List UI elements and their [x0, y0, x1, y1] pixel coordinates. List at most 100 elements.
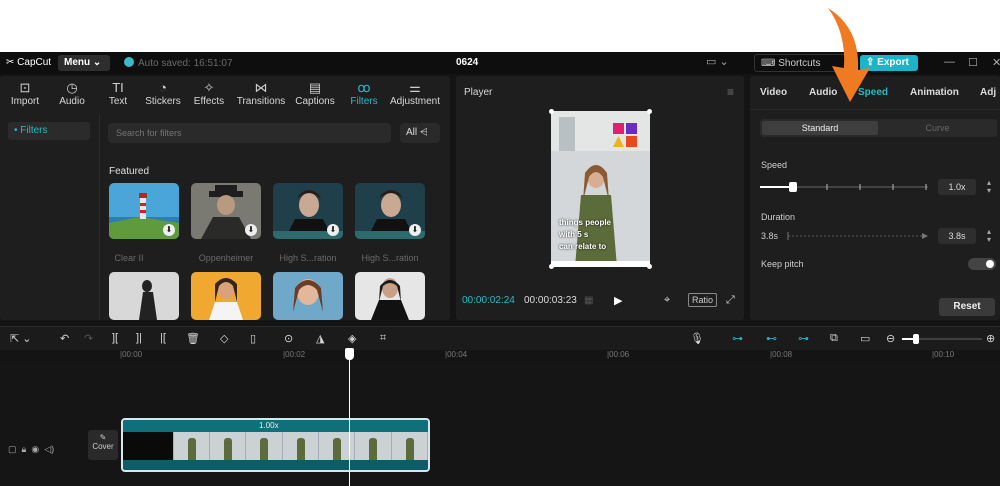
maximize-icon[interactable]: ☐ [968, 56, 978, 69]
hamburger-icon[interactable]: ≡ [727, 85, 734, 99]
fullscreen-focus-icon[interactable]: ⌖ [664, 294, 670, 307]
all-filter-button[interactable]: All ⩤ [400, 123, 440, 143]
mode-curve[interactable]: Curve [880, 121, 995, 135]
zoom-out-icon[interactable]: ⊖ [886, 332, 895, 345]
tab-effects[interactable]: ✧ Effects [184, 76, 234, 114]
export-label: Export [877, 57, 909, 68]
filter-thumb-bw[interactable] [109, 272, 179, 320]
crop-handle[interactable] [549, 264, 554, 269]
tab-text[interactable]: TI Text [94, 76, 142, 114]
freeze-icon[interactable]: ▯ [250, 332, 256, 345]
tab-label: Effects [193, 96, 225, 107]
track-controls: ▢ 🔒︎ ◉ ◁) [8, 444, 54, 455]
speed-stepper-icon[interactable]: ▴ ▾ [984, 179, 994, 195]
split-screen-icon[interactable]: ⧉ [830, 332, 838, 345]
lock-icon[interactable]: 🔒︎ [22, 444, 27, 454]
grid-icon[interactable]: ▦ [584, 295, 593, 306]
video-clip[interactable]: 1.00x [121, 418, 430, 472]
snap-icon[interactable]: ⊶ [798, 332, 809, 345]
minimize-icon[interactable]: — [944, 56, 955, 68]
split-icon[interactable]: ][ [112, 332, 118, 344]
filter-thumb-warm[interactable] [191, 272, 261, 320]
tab-transitions[interactable]: ⋈ Transitions [234, 76, 288, 114]
tab-adjust[interactable]: Adj [980, 87, 996, 98]
speaker-icon[interactable]: ◁) [44, 444, 54, 454]
expand-icon[interactable]: ⤢ [726, 294, 735, 307]
menu-button[interactable]: Menu ⌄ [58, 55, 110, 71]
filters-sidebar: • Filters [0, 114, 100, 320]
filter-sort-icon: ⩤ [419, 127, 428, 138]
speed-slider[interactable] [760, 180, 930, 194]
delete-icon[interactable]: 🗑 [186, 332, 200, 345]
speed-label: Speed [761, 160, 788, 170]
audio-icon: ◷ [66, 80, 78, 95]
filter-thumb-high-saturation-2[interactable]: ⬇ [355, 183, 425, 239]
adjustment-icon: ⚌ [409, 80, 421, 95]
select-cursor-icon[interactable]: ⇱ ⌄ [10, 332, 32, 345]
filter-thumb-high-saturation-1[interactable]: ⬇ [273, 183, 343, 239]
ruler-label: |00:10 [932, 350, 955, 359]
speed-value-field[interactable]: 1.0x [938, 179, 976, 195]
layout-icon[interactable]: ▭ ⌄ [706, 55, 729, 68]
zoom-slider[interactable] [902, 334, 982, 344]
download-icon[interactable]: ⬇ [327, 224, 339, 236]
close-icon[interactable]: ✕ [992, 56, 1000, 69]
mode-standard[interactable]: Standard [762, 121, 878, 135]
tab-audio[interactable]: ◷ Audio [50, 76, 94, 114]
ruler-label: |00:00 [120, 350, 143, 359]
crop-handle[interactable] [647, 264, 652, 269]
duration-value-field[interactable]: 3.8s [938, 228, 976, 244]
tab-filters[interactable]: ꝏ Filters [342, 76, 386, 114]
crop-handle[interactable] [549, 109, 554, 114]
video-preview[interactable]: things people with 5 s can relate to [551, 111, 650, 267]
tab-stickers[interactable]: ◔ Stickers [142, 76, 184, 114]
tab-animation[interactable]: Animation [910, 87, 959, 98]
subtitle-icon[interactable]: ▭ [860, 332, 870, 345]
playhead-handle[interactable] [345, 348, 354, 360]
tab-video[interactable]: Video [760, 87, 787, 98]
filter-thumb-portrait[interactable] [273, 272, 343, 320]
zoom-in-icon[interactable]: ⊕ [986, 332, 995, 345]
crop-icon[interactable]: ⌗ [380, 332, 386, 345]
search-input[interactable] [108, 123, 391, 143]
sidebar-item-filters[interactable]: • Filters [8, 122, 90, 140]
clip-frame [173, 432, 210, 460]
play-circle-icon[interactable]: ⊙ [284, 332, 293, 345]
tab-adjustment[interactable]: ⚌ Adjustment [386, 76, 444, 114]
woman-portrait-image [273, 272, 343, 320]
filter-thumb-oppenheimer[interactable]: ⬇ [191, 183, 261, 239]
undo-icon[interactable]: ↶ [60, 332, 69, 345]
tab-import[interactable]: ⊡ Import [0, 76, 50, 114]
filter-thumb-dark[interactable] [355, 272, 425, 320]
download-icon[interactable]: ⬇ [163, 224, 175, 236]
play-icon[interactable]: ▶ [614, 294, 622, 307]
project-title: 0624 [456, 57, 479, 68]
playhead-line[interactable] [349, 350, 350, 486]
import-icon: ⊡ [19, 80, 31, 95]
keep-pitch-toggle[interactable] [968, 258, 996, 270]
split-left-icon[interactable]: ]| [136, 332, 142, 344]
ruler-label: |00:02 [283, 350, 306, 359]
ratio-button[interactable]: Ratio [688, 293, 718, 307]
eye-icon[interactable]: ◉ [31, 444, 39, 454]
track-video-icon[interactable]: ▢ [8, 444, 17, 454]
mirror-icon[interactable]: ◮ [316, 332, 324, 345]
cover-button[interactable]: ✎ Cover [88, 430, 118, 460]
tab-captions[interactable]: ▤ Captions [288, 76, 342, 114]
download-icon[interactable]: ⬇ [409, 224, 421, 236]
duration-stepper-icon[interactable]: ▴ ▾ [984, 228, 994, 244]
microphone-icon[interactable]: 🎙 [690, 332, 704, 345]
crop-handle[interactable] [647, 109, 652, 114]
redo-icon[interactable]: ↷ [84, 332, 93, 345]
download-icon[interactable]: ⬇ [245, 224, 257, 236]
magnet-icon[interactable]: ⊷ [766, 332, 777, 345]
shield-icon[interactable]: ◇ [220, 332, 228, 345]
split-right-icon[interactable]: |[ [160, 332, 166, 344]
reset-button[interactable]: Reset [939, 298, 995, 316]
clip-frame [209, 432, 247, 460]
timeline-ruler[interactable]: |00:00 |00:02 |00:04 |00:06 |00:08 |00:1… [120, 350, 1000, 364]
rotate-icon[interactable]: ◈ [348, 332, 356, 345]
link-icon[interactable]: ⊶ [732, 332, 743, 345]
filter-thumb-clear-ii[interactable]: ⬇ [109, 183, 179, 239]
keep-pitch-label: Keep pitch [761, 259, 804, 269]
